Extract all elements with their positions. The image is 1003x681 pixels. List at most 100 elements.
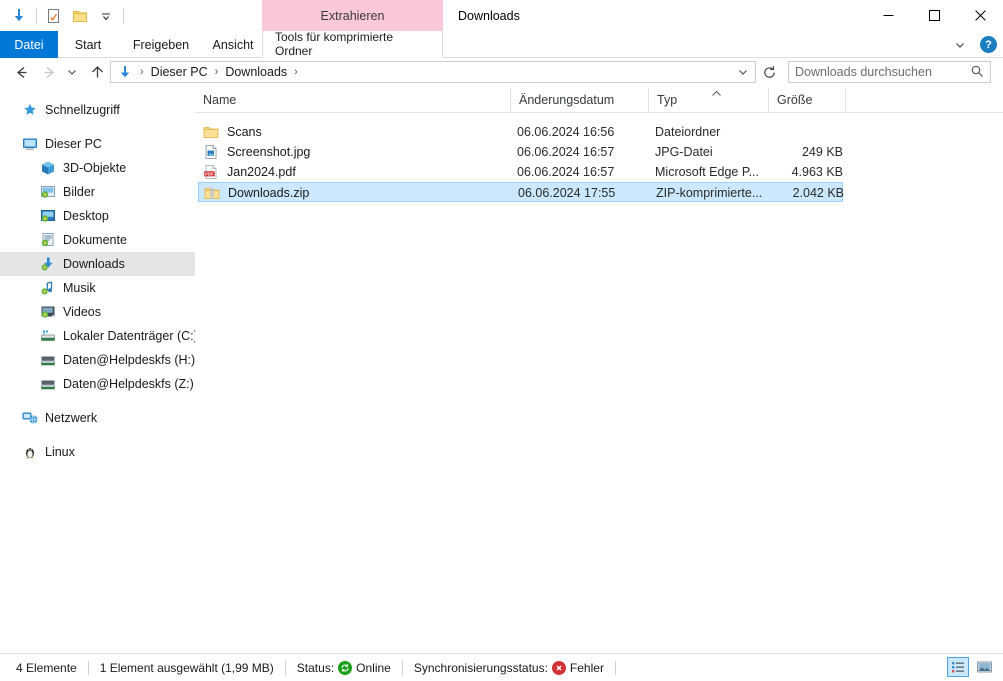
tab-ansicht[interactable]: Ansicht [204,31,262,58]
search-placeholder: Downloads durchsuchen [795,65,932,79]
image-icon [203,144,219,160]
maximize-button[interactable] [911,0,957,31]
close-button[interactable] [957,0,1003,31]
file-size-cell: 4.963 KB [791,165,843,179]
sidebar-item-desktop[interactable]: Desktop [0,204,195,228]
tab-freigeben[interactable]: Freigeben [118,31,204,58]
breadcrumb[interactable]: › Dieser PC › Downloads › [110,61,756,83]
status-bar: 4 Elemente 1 Element ausgewählt (1,99 MB… [0,653,1003,681]
downloads-icon [40,256,56,272]
quick-access-toolbar [6,0,128,32]
column-header-label: Größe [777,93,813,107]
status-value: Online [356,660,391,675]
sidebar-item-downloads[interactable]: Downloads [0,252,195,276]
network-drive-icon [40,352,56,368]
breadcrumb-item-dieser-pc[interactable]: Dieser PC [149,65,210,79]
table-row[interactable]: PDF Jan2024.pdf 06.06.2024 16:57 Microso… [195,162,1003,182]
file-date-cell: 06.06.2024 16:56 [517,125,615,139]
column-header-groesse[interactable]: Größe [768,88,845,112]
zip-icon [204,185,220,201]
file-name: Jan2024.pdf [227,165,296,179]
status-selection-info: 1 Element ausgewählt (1,99 MB) [99,660,274,675]
downloads-icon[interactable] [6,3,32,29]
sidebar-item-label: Dokumente [63,233,127,247]
sidebar-item-label: Schnellzugriff [45,103,120,117]
ribbon-expand-chevron-icon[interactable] [950,35,970,55]
sidebar-item-linux[interactable]: Linux [0,440,195,464]
sidebar-item-daten-helpdeskfs-z[interactable]: Daten@Helpdeskfs (Z:) [0,372,195,396]
breadcrumb-item-downloads[interactable]: Downloads [223,65,289,79]
table-row[interactable]: Downloads.zip 06.06.2024 17:55 ZIP-kompr… [198,182,844,202]
sidebar-item-label: 3D-Objekte [63,161,127,175]
ribbon-right-controls: ? [950,31,997,58]
file-name-cell: Screenshot.jpg [203,142,310,162]
view-large-icons-button[interactable] [973,657,995,677]
toolbar-divider-2 [123,8,124,24]
breadcrumb-separator-2[interactable]: › [289,66,303,78]
status-divider-2 [284,660,286,675]
recent-locations-button[interactable] [62,58,82,86]
status-divider-4 [614,660,616,675]
file-date-cell: 06.06.2024 16:57 [517,165,615,179]
status-sync-group: Synchronisierungsstatus: Fehler [414,660,604,675]
sidebar-item-musik[interactable]: Musik [0,276,195,300]
file-name-cell: Scans [203,122,262,142]
minimize-button[interactable] [865,0,911,31]
status-label: Status: [296,660,335,675]
view-details-button[interactable] [947,657,969,677]
sidebar-item-dieser-pc[interactable]: Dieser PC [0,132,195,156]
sidebar-item-label: Desktop [63,209,109,223]
file-list-pane: Name Änderungsdatum Typ Größe Scans 06.0… [195,88,1003,653]
sidebar-item-daten-helpdeskfs-h[interactable]: Daten@Helpdeskfs (H:) [0,348,195,372]
pdf-icon: PDF [203,164,219,180]
properties-icon[interactable] [41,3,67,29]
column-header-typ[interactable]: Typ [648,88,768,112]
star-icon [22,102,38,118]
column-header-aenderungsdatum[interactable]: Änderungsdatum [510,88,648,112]
sidebar-item-videos[interactable]: Videos [0,300,195,324]
window-title: Downloads [458,8,520,23]
nav-spacer-2 [0,396,195,406]
tab-tools-fuer-komprimierte-ordner[interactable]: Tools für komprimierte Ordner [262,30,443,58]
address-bar: › Dieser PC › Downloads › Downloads durc… [0,58,1003,86]
ribbon-tab-bar: Datei Start Freigeben Ansicht Tools für … [0,30,1003,58]
sidebar-item-label: Lokaler Datenträger (C:) [63,329,195,343]
sidebar-item-lokaler-datentraeger-c[interactable]: Lokaler Datenträger (C:) [0,324,195,348]
sidebar-item-3d-objekte[interactable]: 3D-Objekte [0,156,195,180]
column-header-label: Typ [657,93,678,107]
new-folder-icon[interactable] [67,3,93,29]
file-name: Screenshot.jpg [227,145,311,159]
table-row[interactable]: Screenshot.jpg 06.06.2024 16:57 JPG-Date… [195,142,1003,162]
customize-chevron-icon[interactable] [93,3,119,29]
sidebar-item-dokumente[interactable]: Dokumente [0,228,195,252]
toolbar-divider-1 [36,8,37,24]
file-type-cell: ZIP-komprimierte... [656,186,763,200]
sidebar-item-schnellzugriff[interactable]: Schnellzugriff [0,98,195,122]
column-headers: Name Änderungsdatum Typ Größe [195,88,1003,113]
column-header-name[interactable]: Name [195,88,510,112]
up-button[interactable] [84,58,110,86]
nav-spacer-3 [0,430,195,440]
search-icon[interactable] [970,64,984,81]
breadcrumb-separator-1[interactable]: › [210,66,224,78]
column-header-label: Änderungsdatum [519,93,615,107]
breadcrumb-downloads-icon [115,64,135,80]
drive-icon [40,328,56,344]
refresh-icon[interactable] [760,63,778,81]
help-icon[interactable]: ? [980,36,997,53]
file-size-cell: 2.042 KB [792,186,844,200]
breadcrumb-dropdown-icon[interactable] [737,66,749,81]
tab-datei[interactable]: Datei [0,31,58,58]
back-button[interactable] [8,58,34,86]
sidebar-item-netzwerk[interactable]: Netzwerk [0,406,195,430]
contextual-tab-header: Extrahieren [262,0,443,31]
table-row[interactable]: Scans 06.06.2024 16:56 Dateiordner [195,122,1003,142]
search-input[interactable]: Downloads durchsuchen [788,61,991,83]
sidebar-item-label: Dieser PC [45,137,102,151]
tab-start[interactable]: Start [58,31,118,58]
videos-icon [40,304,56,320]
svg-text:PDF: PDF [205,171,214,176]
sort-ascending-icon [711,89,722,99]
sidebar-item-label: Bilder [63,185,95,199]
sidebar-item-bilder[interactable]: Bilder [0,180,195,204]
